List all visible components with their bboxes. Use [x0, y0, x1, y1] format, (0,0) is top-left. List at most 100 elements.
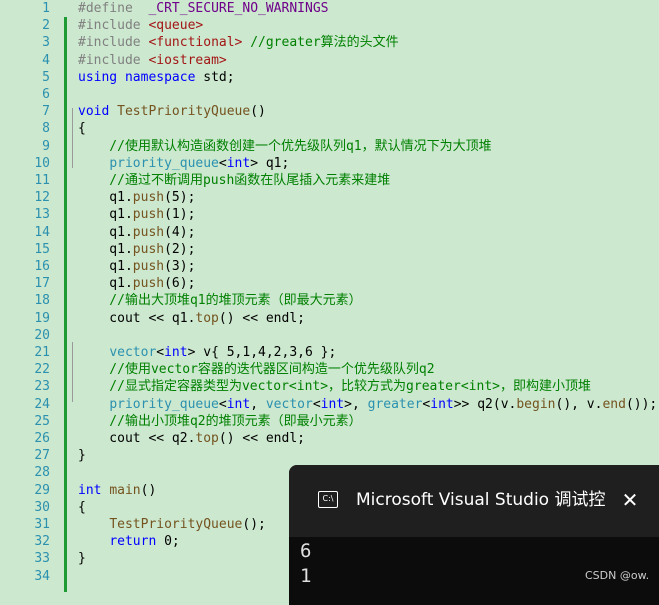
line-number: 25 [34, 413, 50, 429]
code-token: cout << q2. [78, 431, 196, 446]
code-token: (6); [164, 276, 196, 292]
line-number: 32 [34, 534, 50, 550]
console-title: Microsoft Visual Studio 调试控制台 [356, 490, 606, 510]
console-output-line: 6 [300, 540, 312, 562]
code-token: priority_queue [109, 155, 219, 171]
code-token: (1); [164, 207, 196, 223]
code-line[interactable]: TestPriorityQueue(); [78, 516, 266, 533]
code-token: > q1; [250, 155, 290, 171]
code-line[interactable]: void TestPriorityQueue() [78, 103, 266, 120]
code-token: std; [195, 69, 235, 85]
code-line[interactable]: cout << q1.top() << endl; [78, 310, 305, 327]
console-title-bar[interactable]: C:\ Microsoft Visual Studio 调试控制台 ✕ [289, 465, 659, 537]
debug-console-window[interactable]: C:\ Microsoft Visual Studio 调试控制台 ✕ 6 1 [289, 465, 659, 605]
line-number: 29 [34, 482, 50, 498]
code-token: //使用vector容器的迭代器区间构造一个优先级队列q2 [78, 362, 435, 378]
code-line[interactable]: priority_queue<int> q1; [78, 155, 289, 172]
code-line[interactable]: using namespace std; [78, 69, 235, 86]
close-icon[interactable]: ✕ [619, 489, 641, 511]
line-number-gutter: 1 2 3 4 5 6 7 8 9 10 11 12 13 14 15 16 17 18 19 20 21 22 23 24 2… [0, 0, 62, 592]
code-token: <iostream> [148, 52, 227, 68]
code-token: q1. [78, 259, 133, 274]
line-number: 7 [42, 104, 50, 120]
code-token: { [78, 121, 86, 137]
code-line[interactable]: //使用默认构造函数创建一个优先级队列q1，默认情况下为大顶堆 [78, 138, 491, 155]
code-line[interactable]: vector<int> v{ 5,1,4,2,3,6 }; [78, 344, 336, 361]
code-line[interactable]: } [78, 447, 86, 464]
code-token: (); [242, 517, 266, 532]
code-line[interactable]: q1.push(3); [78, 258, 195, 275]
code-token: (3); [164, 259, 196, 274]
code-token: #include [78, 35, 149, 51]
code-token: priority_queue [109, 396, 219, 412]
line-number: 16 [34, 259, 50, 274]
code-token: push [132, 190, 165, 206]
code-token: begin [516, 396, 556, 412]
code-token: >> q2(v. [453, 396, 517, 412]
code-token: push [132, 207, 165, 223]
code-line[interactable]: int main() [78, 482, 156, 499]
line-number: 26 [34, 431, 50, 446]
line-number: 9 [42, 138, 50, 154]
code-line[interactable]: q1.push(5); [78, 189, 195, 206]
line-number: 15 [34, 241, 50, 257]
code-line[interactable]: //通过不断调用push函数在队尾插入元素来建堆 [78, 172, 390, 189]
code-token: } [78, 448, 86, 464]
fold-guide-line [72, 108, 73, 168]
line-number: 6 [42, 87, 50, 102]
code-line[interactable]: #include <functional> //greater算法的头文件 [78, 34, 399, 51]
code-token: vector [109, 345, 157, 360]
code-token: < [218, 396, 227, 412]
code-token: int [430, 396, 454, 412]
code-line[interactable]: //使用vector容器的迭代器区间构造一个优先级队列q2 [78, 361, 435, 378]
code-token: int [320, 396, 345, 412]
code-token: (2); [164, 241, 196, 257]
line-number: 34 [34, 568, 50, 584]
code-token: (4); [164, 224, 196, 240]
code-token: < [312, 396, 321, 412]
line-number: 23 [34, 379, 50, 395]
code-line[interactable]: } [78, 550, 86, 567]
code-line[interactable]: cout << q2.top() << endl; [78, 430, 305, 447]
code-line[interactable]: { [78, 120, 86, 137]
code-line[interactable]: q1.push(1); [78, 206, 195, 223]
code-token: ()); [625, 396, 658, 412]
line-number: 13 [34, 207, 50, 223]
code-token: int [226, 396, 251, 412]
line-number: 31 [34, 517, 50, 532]
line-number: 10 [34, 155, 50, 171]
code-line[interactable]: #include <queue> [78, 17, 203, 34]
code-line[interactable]: //输出大顶堆q1的堆顶元素（即最大元素） [78, 292, 362, 309]
line-number: 22 [34, 362, 50, 378]
code-token: () [250, 104, 266, 120]
line-number: 11 [34, 173, 50, 188]
code-token: int [164, 345, 188, 360]
line-number: 19 [34, 310, 50, 326]
code-line[interactable]: priority_queue<int, vector<int>, greater… [78, 396, 657, 413]
line-number: 3 [42, 35, 50, 51]
code-token: q1. [78, 224, 133, 240]
code-token: //输出大顶堆q1的堆顶元素（即最大元素） [78, 293, 362, 309]
code-line[interactable]: q1.push(6); [78, 275, 195, 292]
code-token: int [226, 155, 251, 171]
code-token: TestPriorityQueue [109, 517, 243, 532]
code-line[interactable]: { [78, 499, 86, 516]
code-token: q1. [78, 276, 133, 292]
code-line[interactable]: return 0; [78, 533, 179, 550]
code-line[interactable]: #include <iostream> [78, 52, 227, 69]
line-number: 20 [34, 327, 50, 343]
code-token: //输出小顶堆q2的堆顶元素（即最小元素） [78, 413, 362, 429]
line-number: 12 [34, 190, 50, 206]
code-token: (), v. [555, 396, 603, 412]
code-token: <queue> [148, 18, 204, 34]
code-line[interactable]: #define _CRT_SECURE_NO_WARNINGS [78, 0, 328, 17]
code-line[interactable]: //输出小顶堆q2的堆顶元素（即最小元素） [78, 413, 362, 430]
code-line[interactable]: q1.push(2); [78, 241, 195, 258]
code-line[interactable]: q1.push(4); [78, 224, 195, 241]
fold-guide-line [72, 342, 73, 402]
code-token: namespace [124, 69, 196, 85]
code-token: q1. [78, 190, 133, 206]
code-line[interactable]: //显式指定容器类型为vector<int>，比较方式为greater<int>… [78, 378, 591, 395]
